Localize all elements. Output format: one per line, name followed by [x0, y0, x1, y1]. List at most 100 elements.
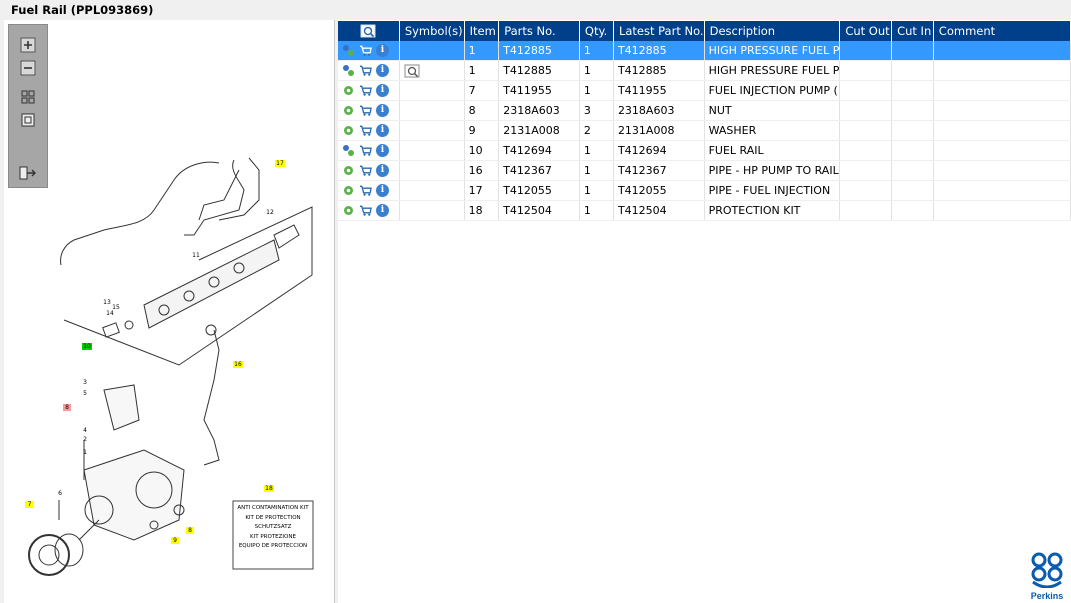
row-description: WASHER — [704, 120, 841, 141]
kit-label-en: ANTI CONTAMINATION KIT — [237, 505, 309, 511]
row-comment — [933, 160, 1071, 181]
part-info-icon[interactable]: i — [376, 44, 389, 58]
add-to-cart-icon[interactable] — [359, 164, 372, 177]
row-latest-part-no: T412885 — [613, 60, 705, 81]
callout-11[interactable]: 11 — [191, 252, 201, 259]
part-info-icon[interactable]: i — [376, 164, 389, 178]
row-actions: i — [338, 41, 400, 61]
row-item: 18 — [464, 200, 500, 221]
row-actions: i — [338, 100, 400, 121]
callout-8b[interactable]: 8 — [186, 527, 194, 534]
add-to-cart-icon[interactable] — [359, 204, 372, 217]
row-symbol — [399, 160, 465, 181]
add-to-cart-icon[interactable] — [359, 184, 372, 197]
part-info-icon[interactable]: i — [376, 104, 389, 118]
row-actions: i — [338, 140, 400, 161]
callout-5[interactable]: 5 — [80, 390, 90, 397]
row-actions: i — [338, 120, 400, 141]
add-to-cart-icon[interactable] — [359, 84, 372, 97]
row-item: 1 — [464, 60, 500, 81]
row-parts-no: 2318A603 — [498, 100, 580, 121]
table-row[interactable]: i 18 T412504 1 T412504 PROTECTION KIT — [338, 200, 1071, 221]
row-latest-part-no: T412367 — [613, 160, 705, 181]
view-on-diagram-icon[interactable] — [404, 64, 420, 78]
kit-label-fr: KIT DE PROTECTION — [245, 514, 301, 521]
row-cut-in — [891, 160, 934, 181]
column-header-cut-out[interactable]: Cut Out — [839, 21, 893, 41]
callout-4[interactable]: 4 — [80, 427, 90, 434]
add-to-cart-icon[interactable] — [359, 144, 372, 157]
row-qty: 1 — [579, 140, 614, 161]
add-to-cart-icon[interactable] — [359, 64, 372, 77]
row-description: NUT — [704, 100, 841, 121]
callout-8[interactable]: 8 — [63, 404, 71, 411]
row-comment — [933, 80, 1071, 101]
row-description: HIGH PRESSURE FUEL P — [704, 41, 841, 61]
part-gear-icon[interactable] — [342, 104, 355, 117]
parts-table: Symbol(s) Item Parts No. Qty. Latest Par… — [338, 21, 1071, 221]
column-header-actions[interactable] — [338, 21, 400, 41]
table-row[interactable]: i 10 T412694 1 T412694 FUEL RAIL — [338, 140, 1071, 161]
window-title-bar: Fuel Rail (PPL093869) — [0, 0, 1071, 20]
callout-9[interactable]: 9 — [171, 537, 179, 544]
part-gear-icon[interactable] — [342, 204, 355, 217]
table-row[interactable]: i 1 T412885 1 T412885 HIGH PRESSURE FUEL P — [338, 60, 1071, 81]
column-header-item[interactable]: Item — [464, 21, 500, 41]
callout-14[interactable]: 14 — [105, 310, 115, 317]
add-to-cart-icon[interactable] — [359, 104, 372, 117]
table-row[interactable]: i 1 T412885 1 T412885 HIGH PRESSURE FUEL P — [338, 41, 1071, 61]
column-header-latest-part-no[interactable]: Latest Part No. — [613, 21, 705, 41]
column-header-parts-no[interactable]: Parts No. — [498, 21, 580, 41]
assembly-icon[interactable] — [342, 44, 355, 57]
row-cut-in — [891, 200, 934, 221]
add-to-cart-icon[interactable] — [359, 44, 372, 57]
find-part-icon[interactable] — [360, 24, 376, 38]
table-row[interactable]: i 8 2318A603 3 2318A603 NUT — [338, 100, 1071, 121]
column-header-description[interactable]: Description — [704, 21, 841, 41]
callout-7[interactable]: 7 — [25, 501, 34, 508]
part-info-icon[interactable]: i — [376, 204, 389, 218]
row-description: PIPE - FUEL INJECTION — [704, 180, 841, 201]
row-cut-out — [839, 60, 893, 81]
part-gear-icon[interactable] — [342, 84, 355, 97]
callout-10[interactable]: 10 — [82, 343, 92, 350]
callout-17[interactable]: 17 — [275, 160, 285, 167]
table-row[interactable]: i 7 T411955 1 T411955 FUEL INJECTION PUMP ( — [338, 80, 1071, 101]
table-row[interactable]: i 16 T412367 1 T412367 PIPE - HP PUMP TO RAIL — [338, 160, 1071, 181]
callout-3[interactable]: 3 — [80, 379, 90, 386]
column-header-cut-in[interactable]: Cut In — [891, 21, 934, 41]
part-info-icon[interactable]: i — [376, 84, 389, 98]
parts-diagram-panel[interactable]: 17 12 11 13 15 14 10 16 3 5 8 4 2 1 6 7 … — [4, 20, 335, 603]
column-header-comment[interactable]: Comment — [933, 21, 1071, 41]
callout-2[interactable]: 2 — [80, 436, 90, 443]
column-header-qty[interactable]: Qty. — [579, 21, 614, 41]
row-latest-part-no: T411955 — [613, 80, 705, 101]
assembly-icon[interactable] — [342, 144, 355, 157]
callout-18[interactable]: 18 — [264, 485, 274, 492]
part-gear-icon[interactable] — [342, 164, 355, 177]
callout-6[interactable]: 6 — [55, 490, 65, 497]
part-gear-icon[interactable] — [342, 184, 355, 197]
callout-16[interactable]: 16 — [233, 361, 243, 368]
row-qty: 1 — [579, 180, 614, 201]
part-info-icon[interactable]: i — [376, 144, 389, 158]
part-gear-icon[interactable] — [342, 124, 355, 137]
row-parts-no: T412694 — [498, 140, 580, 161]
row-symbol — [399, 60, 465, 81]
table-row[interactable]: i 17 T412055 1 T412055 PIPE - FUEL INJECTION — [338, 180, 1071, 201]
row-actions: i — [338, 180, 400, 201]
callout-12[interactable]: 12 — [265, 209, 275, 216]
assembly-icon[interactable] — [342, 64, 355, 77]
table-row[interactable]: i 9 2131A008 2 2131A008 WASHER — [338, 120, 1071, 141]
part-info-icon[interactable]: i — [376, 124, 389, 138]
callout-1[interactable]: 1 — [80, 449, 90, 456]
row-symbol — [399, 100, 465, 121]
part-info-icon[interactable]: i — [376, 184, 389, 198]
column-header-symbols[interactable]: Symbol(s) — [399, 21, 465, 41]
row-cut-in — [891, 41, 934, 61]
row-qty: 1 — [579, 41, 614, 61]
row-comment — [933, 200, 1071, 221]
row-latest-part-no: T412885 — [613, 41, 705, 61]
part-info-icon[interactable]: i — [376, 64, 389, 78]
add-to-cart-icon[interactable] — [359, 124, 372, 137]
